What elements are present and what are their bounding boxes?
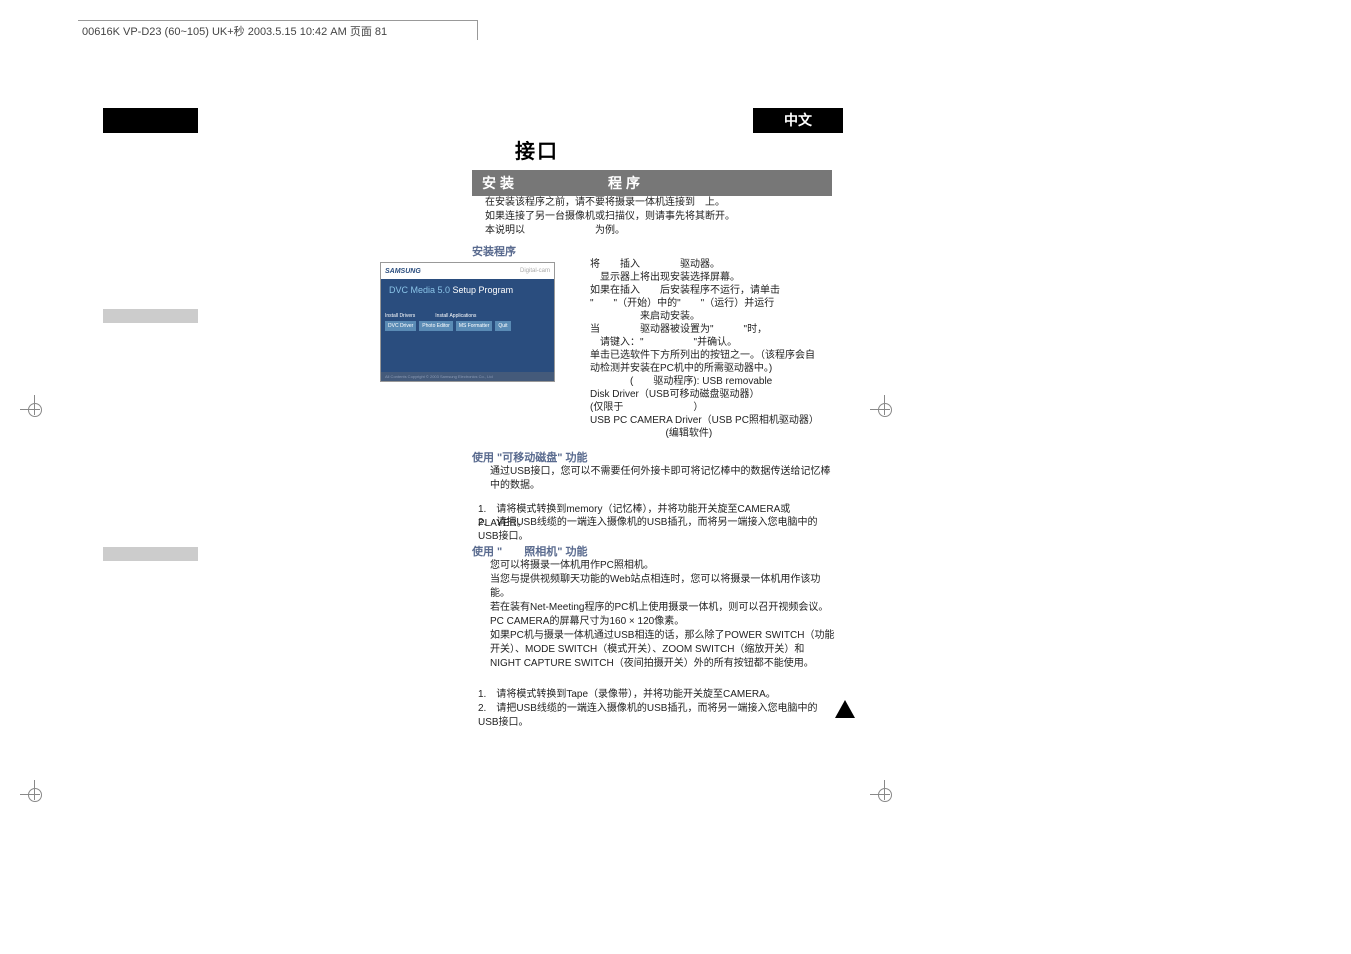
installer-title-suffix: Setup Program [450,285,513,295]
removable-step-2: 2. 请把USB线缆的一端连入摄像机的USB插孔，而将另一端接入您电脑中的USB… [478,516,836,544]
crop-mark-icon [20,780,50,810]
side-gray-bar-2 [103,547,198,561]
subsection-removable-disk: 使用 "可移动磁盘" 功能 [472,449,588,465]
installer-footer: All Contents Copyright © 2003 Samsung El… [381,372,554,381]
photo-editor-button[interactable]: Photo Editor [419,321,453,331]
main-title: 接口 [515,135,559,164]
removable-disk-desc: 通过USB接口，您可以不需要任何外接卡即可将记忆棒中的数据传送给记忆棒中的数据。 [490,465,835,493]
quit-button[interactable]: Quit [495,321,510,331]
install-steps: 将 插入 驱动器。 显示器上将出现安装选择屏幕。 如果在插入 后安装程序不运行，… [590,258,840,440]
installer-screenshot: SAMSUNG Digital-cam DVC Media 5.0 Setup … [380,262,555,382]
intro-text: 在安装该程序之前，请不要将摄录一体机连接到 上。 如果连接了另一台摄像机或扫描仪… [485,196,735,238]
page-indicator-triangle-icon [835,700,855,718]
camera-line-1: 您可以将摄录一体机用作PC照相机。 [490,559,835,573]
camera-step-1: 1. 请将模式转换到Tape（录像带），并将功能开关旋至CAMERA。 [478,688,836,702]
installer-title: DVC Media 5.0 Setup Program [381,279,554,301]
camera-line-4: PC CAMERA的屏幕尺寸为160 × 120像素。 [490,615,835,629]
install-drivers-label: Install Drivers [385,313,415,319]
camera-step-2: 2. 请把USB线缆的一端连入摄像机的USB插孔，而将另一端接入您电脑中的USB… [478,702,836,730]
install-apps-label: Install Applications [435,313,476,319]
section-install-header: 安装 程序 [472,170,832,196]
camera-desc: 您可以将摄录一体机用作PC照相机。 当您与提供视频聊天功能的Web站点相连时，您… [490,559,835,671]
camera-line-3: 若在装有Net-Meeting程序的PC机上使用摄录一体机，则可以召开视频会议。 [490,601,835,615]
header-text: 00616K VP-D23 (60~105) UK+秒 2003.5.15 10… [82,26,387,38]
ms-formatter-button[interactable]: MS Formatter [456,321,493,331]
language-label: 中文 [753,108,843,133]
camera-line-5: 如果PC机与摄录一体机通过USB相连的话，那么除了POWER SWITCH（功能… [490,629,835,671]
intro-line-1: 在安装该程序之前，请不要将摄录一体机连接到 上。 [485,196,735,210]
intro-line-2: 如果连接了另一台摄像机或扫描仪，则请事先将其断开。 [485,210,735,224]
installer-buttons: DVC Driver Photo Editor MS Formatter Qui… [381,321,554,331]
crop-mark-icon [870,780,900,810]
crop-mark-icon [20,395,50,425]
side-gray-bar-1 [103,309,198,323]
page-header-meta: 00616K VP-D23 (60~105) UK+秒 2003.5.15 10… [78,20,478,40]
subsection-install-procedure: 安装程序 [472,243,516,259]
subsection-camera: 使用 " 照相机" 功能 [472,543,588,559]
top-black-bar [103,108,198,133]
installer-header: SAMSUNG Digital-cam [381,263,554,279]
intro-line-3: 本说明以 为例。 [485,224,735,238]
dvc-driver-button[interactable]: DVC Driver [385,321,416,331]
camera-line-2: 当您与提供视频聊天功能的Web站点相连时，您可以将摄录一体机用作该功能。 [490,573,835,601]
installer-title-highlight: DVC Media 5.0 [389,285,450,295]
crop-mark-icon [870,395,900,425]
digitalcam-label: Digital-cam [520,268,550,274]
installer-section-labels: Install Drivers Install Applications [381,313,554,319]
samsung-logo: SAMSUNG [385,268,421,275]
